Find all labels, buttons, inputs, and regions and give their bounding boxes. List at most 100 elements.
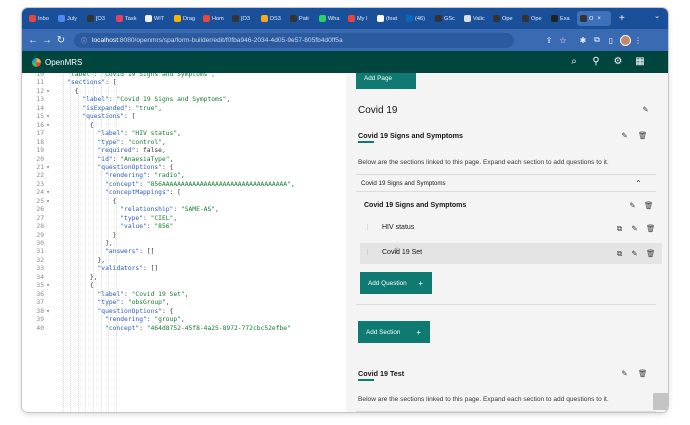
add-patient-icon[interactable]: ⚲ bbox=[590, 56, 602, 68]
browser-tab[interactable]: Inbo bbox=[26, 11, 53, 26]
code-line[interactable]: 40 "concept": "464d8752-45f8-4a25-8972-7… bbox=[22, 325, 290, 333]
browser-menu-icon[interactable]: ⋮ bbox=[631, 36, 645, 45]
code-line[interactable]: 31 "answers": [] bbox=[22, 248, 154, 256]
question-row-hiv-status[interactable]: ⋮ HIV status ⧉ ✎ 🗑 bbox=[360, 218, 662, 239]
browser-tab[interactable]: Valic bbox=[461, 11, 488, 26]
browser-tab[interactable]: (feat bbox=[374, 11, 401, 26]
code-line[interactable]: 35 ▾ { bbox=[22, 282, 93, 290]
edit-section-pencil-icon[interactable]: ✎ bbox=[620, 369, 629, 378]
bookmark-star-icon[interactable]: ☆ bbox=[556, 36, 570, 45]
edit-inner-section-pencil-icon[interactable]: ✎ bbox=[628, 201, 637, 210]
browser-tab[interactable]: July bbox=[55, 11, 82, 26]
browser-tab[interactable]: Ope bbox=[490, 11, 517, 26]
browser-tab[interactable]: Hom bbox=[200, 11, 227, 26]
browser-tab[interactable]: Ope bbox=[519, 11, 546, 26]
fold-toggle-icon[interactable]: ▾ bbox=[44, 189, 52, 197]
fold-toggle-icon[interactable]: ▾ bbox=[44, 198, 52, 206]
reload-icon[interactable]: ↻ bbox=[54, 35, 68, 46]
user-settings-icon[interactable]: ⚙ bbox=[612, 56, 624, 68]
edit-question-pencil-icon[interactable]: ✎ bbox=[630, 249, 639, 258]
code-line[interactable]: 15 ▾ "questions": [ bbox=[22, 113, 135, 121]
delete-section-trash-icon[interactable]: 🗑 bbox=[638, 131, 648, 140]
forward-arrow-icon[interactable]: → bbox=[40, 35, 54, 46]
fold-toggle-icon[interactable]: ▾ bbox=[44, 308, 52, 316]
fold-toggle-icon[interactable]: ▾ bbox=[44, 88, 52, 96]
code-line[interactable]: 34 }, bbox=[22, 274, 97, 282]
code-line[interactable]: 27 "type": "CIEL", bbox=[22, 215, 177, 223]
code-line[interactable]: 26 "relationship": "SAME-AS", bbox=[22, 206, 218, 214]
code-line[interactable]: 11 "sections": [ bbox=[22, 79, 116, 87]
code-line[interactable]: 30 ], bbox=[22, 240, 112, 248]
add-question-button[interactable]: Add Question + bbox=[360, 272, 432, 294]
fold-toggle-icon[interactable]: ▾ bbox=[44, 113, 52, 121]
code-line[interactable]: 23 "concept": "856AAAAAAAAAAAAAAAAAAAAAA… bbox=[22, 181, 294, 189]
browser-tab[interactable]: My I bbox=[345, 11, 372, 26]
tab-search-chevron-icon[interactable]: ⌄ bbox=[654, 12, 660, 20]
code-line[interactable]: 14 "isExpanded": "true", bbox=[22, 105, 162, 113]
extension-icon[interactable]: ✱ bbox=[576, 36, 590, 45]
browser-tab[interactable]: [O3 bbox=[84, 11, 111, 26]
new-tab-button[interactable]: + bbox=[619, 13, 625, 24]
question-row-covid-19-set[interactable]: ⋮ Covid 19 Set ⧉ ✎ 🗑 bbox=[360, 243, 662, 264]
browser-tab[interactable]: Drag bbox=[171, 11, 198, 26]
code-line[interactable]: 13 "label": "Covid 19 Signs and Symptoms… bbox=[22, 96, 230, 104]
extensions-puzzle-icon[interactable]: ⧉ bbox=[590, 35, 604, 45]
info-icon[interactable]: ⓘ bbox=[81, 36, 87, 45]
delete-question-trash-icon[interactable]: 🗑 bbox=[646, 224, 656, 233]
code-line[interactable]: 17 "label": "HIV status", bbox=[22, 130, 181, 138]
code-line[interactable]: 24 ▾ "conceptMappings": [ bbox=[22, 189, 181, 197]
scrollbar-thumb[interactable] bbox=[653, 393, 668, 410]
delete-section-trash-icon[interactable]: 🗑 bbox=[638, 369, 648, 378]
code-line[interactable]: 36 "label": "Covid 19 Set", bbox=[22, 291, 188, 299]
browser-tab[interactable]: Pati bbox=[287, 11, 314, 26]
code-line[interactable]: 39 "rendering": "group", bbox=[22, 316, 184, 324]
browser-tab[interactable]: DS3 bbox=[258, 11, 285, 26]
browser-tab[interactable]: (46) bbox=[403, 11, 430, 26]
code-line[interactable]: 28 "value": "856" bbox=[22, 223, 173, 231]
browser-tab[interactable]: [O3 bbox=[229, 11, 256, 26]
browser-tab[interactable]: WIT bbox=[142, 11, 169, 26]
duplicate-question-icon[interactable]: ⧉ bbox=[615, 224, 624, 233]
chevron-up-icon[interactable]: ⌃ bbox=[634, 179, 643, 188]
fold-toggle-icon[interactable]: ▾ bbox=[44, 122, 52, 130]
add-page-button[interactable]: Add Page bbox=[356, 73, 416, 89]
code-line[interactable]: 25 ▾ { bbox=[22, 198, 116, 206]
code-line[interactable]: 21 ▾ "questionOptions": { bbox=[22, 164, 173, 172]
close-tab-icon[interactable]: × bbox=[597, 16, 601, 22]
accordion-header-label[interactable]: Covid 19 Signs and Symptoms bbox=[361, 180, 446, 187]
code-line[interactable]: 37 "type": "obsGroup", bbox=[22, 299, 169, 307]
browser-tab[interactable]: Exa bbox=[548, 11, 575, 26]
browser-tab[interactable]: Task bbox=[113, 11, 140, 26]
edit-question-pencil-icon[interactable]: ✎ bbox=[630, 224, 639, 233]
code-line[interactable]: 22 "rendering": "radio", bbox=[22, 172, 184, 180]
search-icon[interactable]: ⌕ bbox=[568, 56, 580, 68]
drag-handle-icon[interactable]: ⋮ bbox=[363, 249, 372, 258]
drag-handle-icon[interactable]: ⋮ bbox=[363, 224, 372, 233]
browser-tab[interactable]: O × bbox=[577, 11, 611, 26]
profile-avatar[interactable] bbox=[620, 34, 631, 46]
delete-question-trash-icon[interactable]: 🗑 bbox=[646, 249, 656, 258]
add-section-button[interactable]: Add Section + bbox=[358, 321, 430, 343]
code-line[interactable]: 10 "label": "Covid 19 Signs and Symptoms… bbox=[22, 73, 215, 79]
edit-section-pencil-icon[interactable]: ✎ bbox=[620, 131, 629, 140]
fold-toggle-icon[interactable]: ▾ bbox=[44, 164, 52, 172]
delete-inner-section-trash-icon[interactable]: 🗑 bbox=[644, 201, 654, 210]
edit-page-pencil-icon[interactable]: ✎ bbox=[641, 105, 650, 114]
schema-code-editor[interactable]: 10 "label": "Covid 19 Signs and Symptoms… bbox=[22, 73, 342, 412]
code-line[interactable]: 16 ▾ { bbox=[22, 122, 93, 130]
back-arrow-icon[interactable]: ← bbox=[26, 35, 40, 46]
code-line[interactable]: 38 ▾ "questionOptions": { bbox=[22, 308, 173, 316]
code-line[interactable]: 18 "type": "control", bbox=[22, 139, 165, 147]
code-line[interactable]: 32 }, bbox=[22, 257, 105, 265]
sidebar-icon[interactable]: ▯ bbox=[604, 36, 618, 45]
duplicate-question-icon[interactable]: ⧉ bbox=[615, 249, 624, 258]
browser-tab[interactable]: GSc bbox=[432, 11, 459, 26]
code-line[interactable]: 20 "id": "AnaesiaType", bbox=[22, 156, 173, 164]
app-menu-grid-icon[interactable]: ▦ bbox=[634, 56, 646, 68]
code-line[interactable]: 29 } bbox=[22, 232, 116, 240]
address-bar[interactable]: ⓘ localhost:8080/openmrs/spa/form-builde… bbox=[74, 32, 514, 48]
openmrs-brand[interactable]: OpenMRS bbox=[32, 57, 82, 67]
browser-tab[interactable]: Wha bbox=[316, 11, 343, 26]
fold-toggle-icon[interactable]: ▾ bbox=[44, 282, 52, 290]
code-line[interactable]: 19 "required": false, bbox=[22, 147, 165, 155]
